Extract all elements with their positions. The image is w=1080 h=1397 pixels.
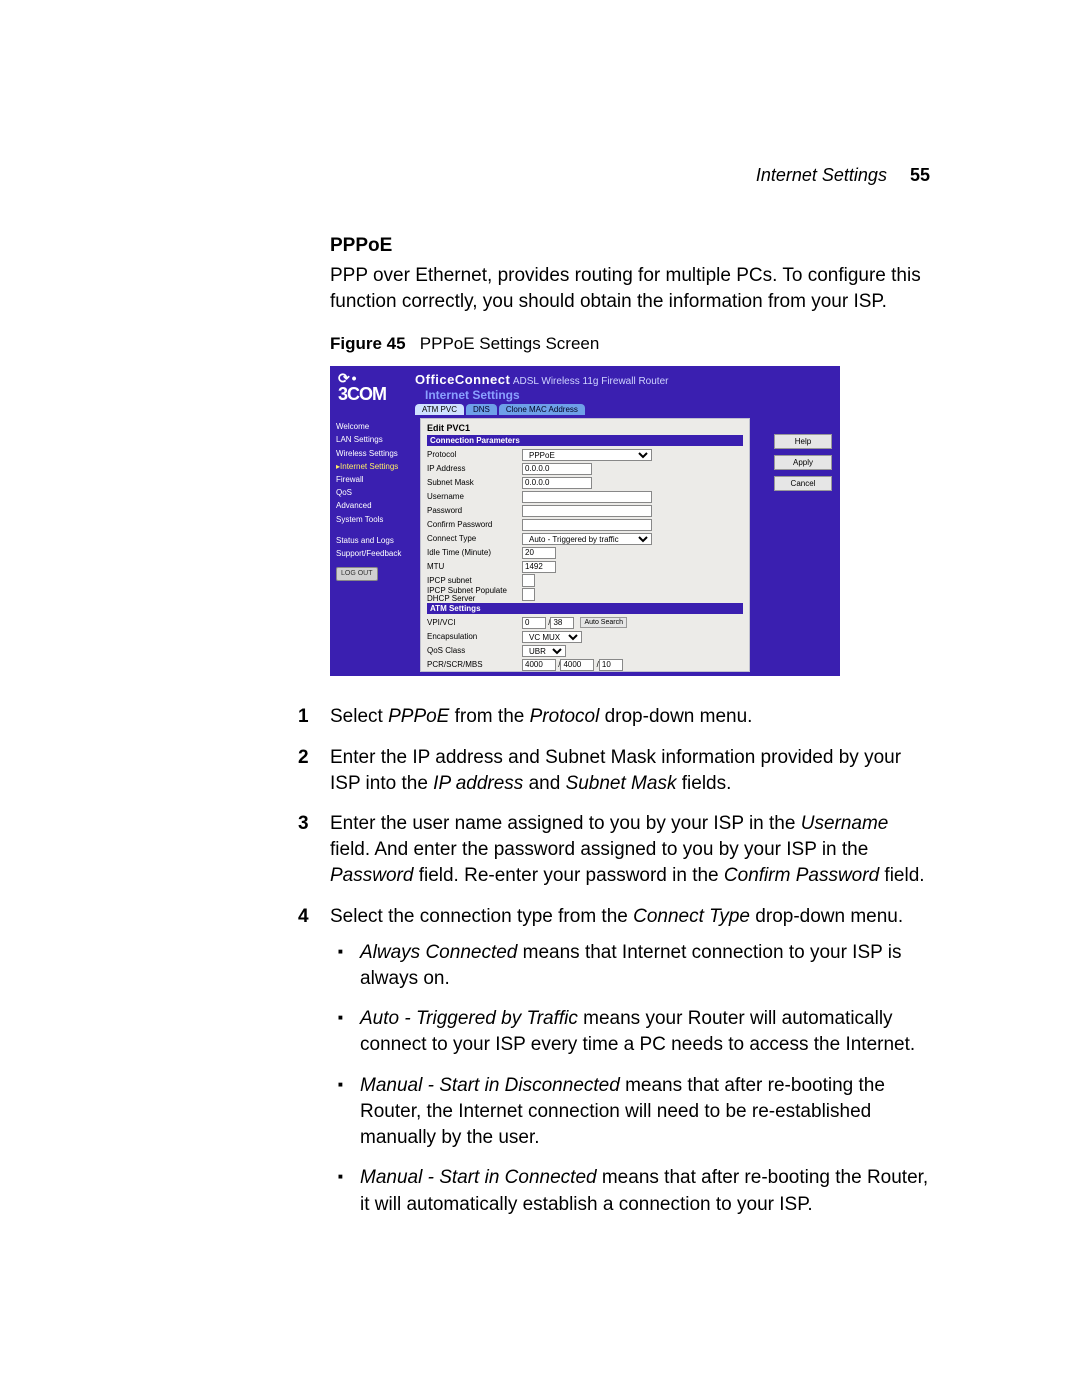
figure-caption-text: PPPoE Settings Screen bbox=[420, 334, 600, 353]
encap-select[interactable]: VC MUX bbox=[522, 631, 582, 643]
ip-label: IP Address bbox=[427, 464, 522, 473]
sidebar-item-qos[interactable]: QoS bbox=[336, 487, 416, 498]
sidebar-item-system-tools[interactable]: System Tools bbox=[336, 514, 416, 525]
password-input[interactable] bbox=[522, 505, 652, 517]
ipcp-subnet-checkbox[interactable] bbox=[522, 574, 535, 587]
connect-type-label: Connect Type bbox=[427, 534, 522, 543]
protocol-label: Protocol bbox=[427, 450, 522, 459]
idle-time-input[interactable] bbox=[522, 547, 556, 559]
figure-label: Figure 45 bbox=[330, 334, 406, 353]
protocol-select[interactable]: PPPoE bbox=[522, 449, 652, 461]
pcr-input[interactable] bbox=[522, 659, 556, 671]
ipcp-subnet-label: IPCP subnet bbox=[427, 576, 522, 585]
cancel-button[interactable]: Cancel bbox=[774, 476, 832, 491]
ip-input[interactable] bbox=[522, 463, 592, 475]
sidebar-item-firewall[interactable]: Firewall bbox=[336, 474, 416, 485]
qos-class-label: QoS Class bbox=[427, 646, 522, 655]
bullet-manual-connected: Manual - Start in Connected means that a… bbox=[360, 1165, 930, 1217]
screenshot: ⟳ • 3COM OfficeConnect ADSL Wireless 11g… bbox=[330, 366, 840, 676]
subnet-label: Subnet Mask bbox=[427, 478, 522, 487]
subnet-input[interactable] bbox=[522, 477, 592, 489]
page-number: 55 bbox=[910, 165, 930, 185]
sidebar-item-support[interactable]: Support/Feedback bbox=[336, 548, 416, 559]
header-section: Internet Settings bbox=[756, 165, 887, 185]
logo-swirl-icon: ⟳ • bbox=[338, 370, 410, 384]
vpi-input[interactable] bbox=[522, 617, 546, 629]
bullet-auto-traffic: Auto - Triggered by Traffic means your R… bbox=[360, 1006, 930, 1058]
sidebar-item-welcome[interactable]: Welcome bbox=[336, 421, 416, 432]
auto-search-button[interactable]: Auto Search bbox=[580, 617, 627, 628]
password-label: Password bbox=[427, 506, 522, 515]
step-4: Select the connection type from the Conn… bbox=[298, 904, 930, 1218]
content: PPPoE PPP over Ethernet, provides routin… bbox=[330, 235, 930, 1218]
running-header: Internet Settings 55 bbox=[756, 165, 930, 186]
logout-button[interactable]: LOG OUT bbox=[336, 567, 378, 581]
sidebar-item-status[interactable]: Status and Logs bbox=[336, 535, 416, 546]
bullet-always-connected: Always Connected means that Internet con… bbox=[360, 940, 930, 992]
scr-input[interactable] bbox=[560, 659, 594, 671]
sidebar-item-internet[interactable]: Internet Settings bbox=[336, 461, 416, 472]
confirm-password-label: Confirm Password bbox=[427, 520, 522, 529]
bullets-list: Always Connected means that Internet con… bbox=[330, 940, 930, 1218]
vpivci-label: VPI/VCI bbox=[427, 618, 522, 627]
step-1: Select PPPoE from the Protocol drop-down… bbox=[298, 704, 930, 730]
mbs-input[interactable] bbox=[599, 659, 623, 671]
pcr-label: PCR/SCR/MBS bbox=[427, 660, 522, 669]
tab-dns[interactable]: DNS bbox=[466, 404, 497, 415]
settings-panel: Edit PVC1 Connection Parameters Protocol… bbox=[420, 418, 750, 672]
intro-paragraph: PPP over Ethernet, provides routing for … bbox=[330, 263, 930, 314]
encap-label: Encapsulation bbox=[427, 632, 522, 641]
steps-list: Select PPPoE from the Protocol drop-down… bbox=[298, 704, 930, 1218]
brand: OfficeConnect bbox=[415, 372, 510, 387]
logo-3com: ⟳ • 3COM bbox=[338, 370, 410, 405]
topbar: OfficeConnect ADSL Wireless 11g Firewall… bbox=[415, 372, 840, 387]
sidebar-item-lan[interactable]: LAN Settings bbox=[336, 434, 416, 445]
username-label: Username bbox=[427, 492, 522, 501]
connection-params-bar: Connection Parameters bbox=[427, 435, 743, 446]
edit-pvc-title: Edit PVC1 bbox=[427, 423, 743, 433]
confirm-password-input[interactable] bbox=[522, 519, 652, 531]
figure-caption: Figure 45 PPPoE Settings Screen bbox=[330, 334, 930, 354]
vci-input[interactable] bbox=[550, 617, 574, 629]
help-button[interactable]: Help bbox=[774, 434, 832, 449]
step-2: Enter the IP address and Subnet Mask inf… bbox=[298, 745, 930, 797]
sidebar-item-advanced[interactable]: Advanced bbox=[336, 500, 416, 511]
heading-pppoe: PPPoE bbox=[330, 235, 930, 257]
sidebar: Welcome LAN Settings Wireless Settings I… bbox=[336, 421, 416, 581]
logo-text: 3COM bbox=[338, 384, 386, 404]
brand-sub: ADSL Wireless 11g Firewall Router bbox=[513, 376, 669, 387]
sidebar-item-wireless[interactable]: Wireless Settings bbox=[336, 448, 416, 459]
idle-time-label: Idle Time (Minute) bbox=[427, 548, 522, 557]
connect-type-select[interactable]: Auto - Triggered by traffic bbox=[522, 533, 652, 545]
bullet-manual-disconnected: Manual - Start in Disconnected means tha… bbox=[360, 1073, 930, 1152]
ipcp-dhcp-checkbox[interactable] bbox=[522, 588, 535, 601]
action-buttons: Help Apply Cancel bbox=[774, 434, 832, 491]
atm-settings-bar: ATM Settings bbox=[427, 603, 743, 614]
ipcp-dhcp-label: IPCP Subnet Populate DHCP Server bbox=[427, 587, 522, 603]
tab-clone-mac[interactable]: Clone MAC Address bbox=[499, 404, 585, 415]
step-3: Enter the user name assigned to you by y… bbox=[298, 811, 930, 890]
tab-atm-pvc[interactable]: ATM PVC bbox=[415, 404, 464, 415]
username-input[interactable] bbox=[522, 491, 652, 503]
page: Internet Settings 55 PPPoE PPP over Ethe… bbox=[0, 0, 1080, 1397]
mtu-label: MTU bbox=[427, 562, 522, 571]
tabs: ATM PVC DNS Clone MAC Address bbox=[415, 404, 585, 415]
section-title: Internet Settings bbox=[425, 388, 520, 402]
mtu-input[interactable] bbox=[522, 561, 556, 573]
qos-class-select[interactable]: UBR bbox=[522, 645, 566, 657]
apply-button[interactable]: Apply bbox=[774, 455, 832, 470]
